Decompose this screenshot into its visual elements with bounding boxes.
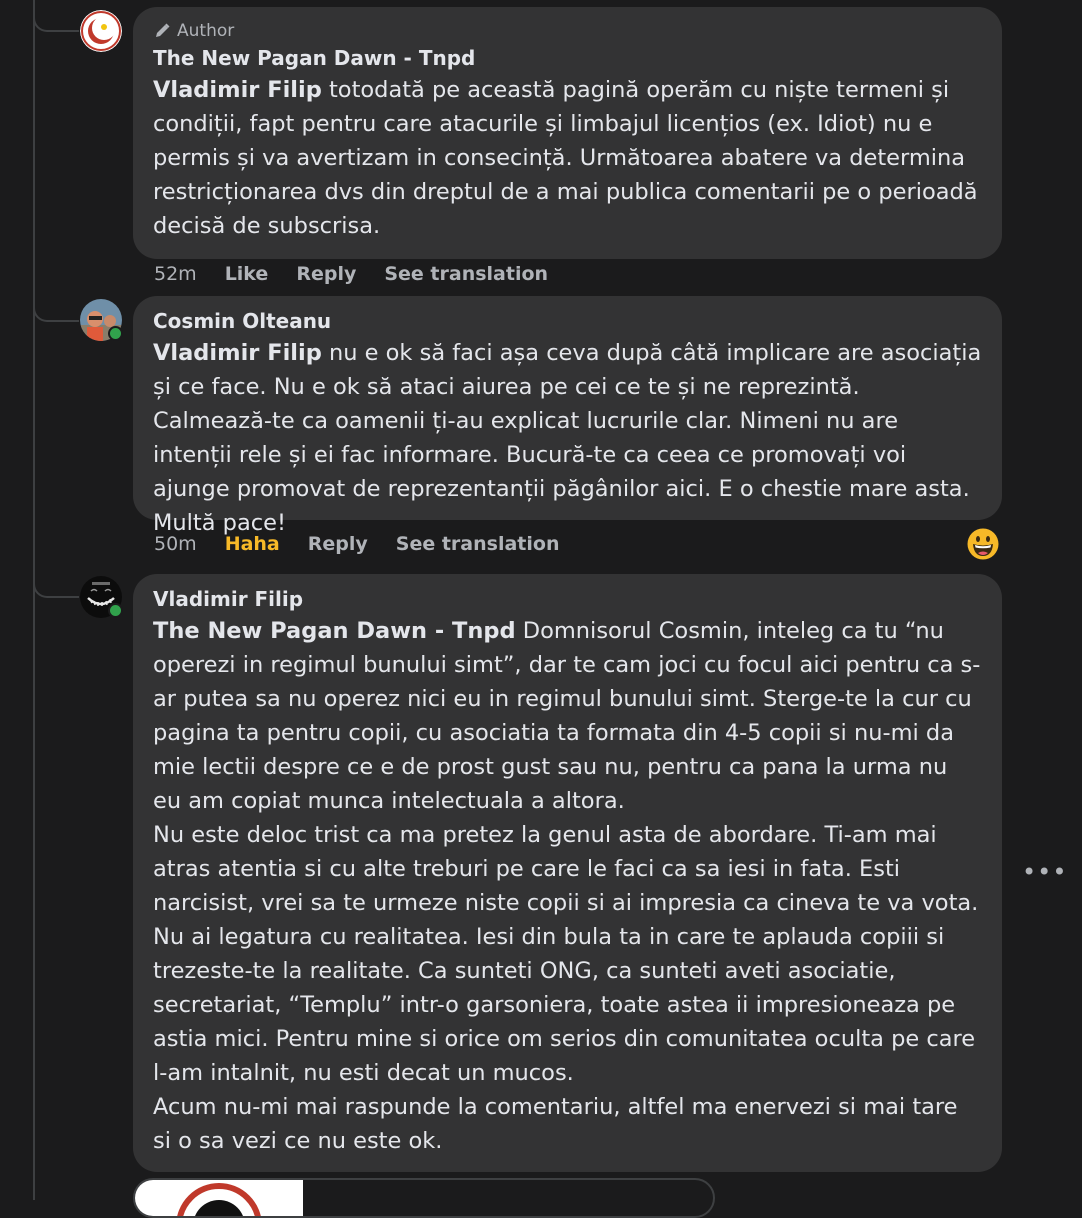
online-status-dot — [108, 326, 123, 341]
comment-text: The New Pagan Dawn - Tnpd Domnisorul Cos… — [153, 614, 982, 1158]
comment-timestamp[interactable]: 52m — [154, 263, 197, 285]
avatar-cosmin[interactable] — [80, 299, 123, 341]
online-status-dot — [108, 603, 123, 618]
comment-body: nu e ok să faci așa ceva după câtă impli… — [153, 340, 989, 536]
comment-timestamp[interactable]: 50m — [154, 533, 197, 555]
thread-line-outer — [33, 0, 35, 1200]
author-badge-label: Author — [177, 21, 235, 41]
page-logo-icon — [80, 10, 122, 52]
mention-link[interactable]: Vladimir Filip — [153, 77, 322, 103]
avatar-vladimir[interactable] — [80, 576, 123, 618]
mention-link[interactable]: The New Pagan Dawn - Tnpd — [153, 618, 516, 644]
thread-elbow-3 — [33, 566, 79, 598]
comment-text: Vladimir Filip totodată pe această pagin… — [153, 73, 982, 243]
next-comment-preview — [133, 1178, 715, 1218]
comment-actions-1: 52m Like Reply See translation — [154, 263, 576, 285]
comment-body: Domnisorul Cosmin, inteleg ca tu “nu ope… — [153, 618, 981, 1154]
haha-reaction-button[interactable]: Haha — [225, 533, 280, 555]
comment-text: Vladimir Filip nu e ok să faci așa ceva … — [153, 336, 982, 540]
comment-actions-2: 50m Haha Reply See translation — [154, 533, 587, 555]
comment-bubble-1: Author The New Pagan Dawn - Tnpd Vladimi… — [133, 7, 1002, 259]
author-badge: Author — [153, 19, 982, 43]
see-translation-button[interactable]: See translation — [384, 263, 548, 285]
more-options-icon[interactable]: ••• — [1022, 858, 1067, 886]
commenter-name[interactable]: Vladimir Filip — [153, 585, 982, 613]
comment-bubble-2: Cosmin Olteanu Vladimir Filip nu e ok să… — [133, 296, 1002, 536]
avatar-page[interactable] — [80, 10, 122, 52]
commenter-name[interactable]: Cosmin Olteanu — [153, 307, 982, 335]
reply-button[interactable]: Reply — [308, 533, 368, 555]
mention-link[interactable]: Vladimir Filip — [153, 340, 322, 366]
see-translation-button[interactable]: See translation — [396, 533, 560, 555]
like-button[interactable]: Like — [225, 263, 269, 285]
reply-button[interactable]: Reply — [296, 263, 356, 285]
pencil-icon — [156, 23, 170, 37]
comment-bubble-3: Vladimir Filip The New Pagan Dawn - Tnpd… — [133, 574, 1002, 1172]
thread-elbow-2 — [33, 290, 79, 322]
grinning-face-icon[interactable] — [967, 528, 999, 560]
commenter-name[interactable]: The New Pagan Dawn - Tnpd — [153, 44, 982, 72]
thread-elbow-1 — [33, 0, 79, 32]
preview-image — [135, 1180, 303, 1216]
preview-logo-icon — [177, 1183, 261, 1216]
